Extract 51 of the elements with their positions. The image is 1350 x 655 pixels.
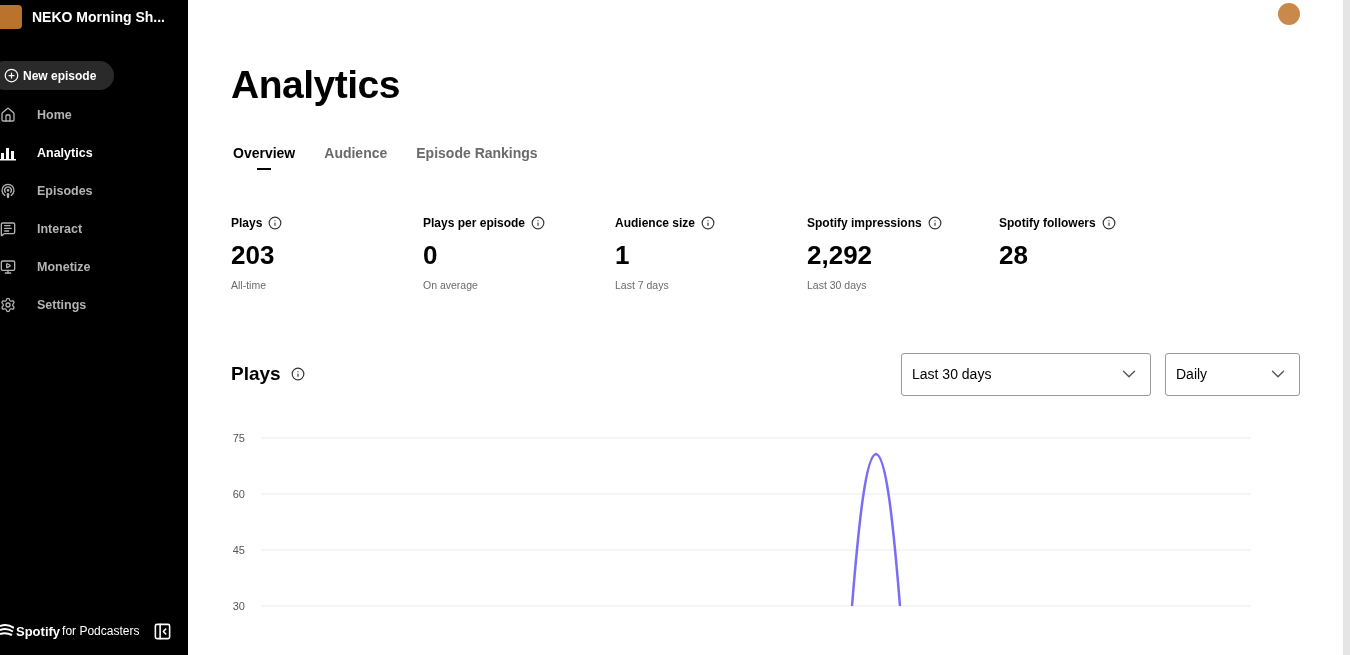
settings-icon [0, 297, 16, 313]
user-avatar[interactable] [1278, 3, 1300, 25]
stat-label: Plays [231, 215, 263, 232]
stat-label: Spotify impressions [807, 215, 922, 232]
tab[interactable]: Overview [233, 143, 296, 170]
info-icon[interactable] [290, 367, 305, 382]
stat-label: Plays per episode [423, 215, 526, 232]
nav-item[interactable]: Episodes [0, 181, 188, 201]
axis-tick-label: 30 [232, 599, 245, 612]
nav-item[interactable]: Analytics [0, 143, 188, 163]
message-icon [0, 221, 16, 237]
bar-chart-icon [0, 145, 16, 161]
monitor-icon [0, 259, 16, 275]
stat-note: On average [423, 278, 479, 293]
info-icon[interactable] [927, 216, 942, 230]
info-icon[interactable] [1101, 216, 1116, 230]
stat-value: 28 [999, 240, 1029, 270]
stat-value: 2,292 [807, 240, 874, 270]
home-icon [0, 107, 16, 123]
collapse-sidebar-icon[interactable] [153, 621, 172, 641]
axis-tick-label: 60 [232, 487, 245, 500]
new-episode-button[interactable]: New episode [0, 61, 114, 90]
stat-note: All-time [231, 278, 267, 293]
stat-label: Audience size [615, 215, 696, 232]
page-title: Analytics [231, 62, 401, 108]
interval-dropdown[interactable]: Daily [1165, 352, 1300, 396]
axis-tick-label: 75 [232, 431, 245, 444]
stat-value: 0 [423, 240, 439, 270]
nav-item[interactable]: Home [0, 105, 188, 125]
info-icon[interactable] [531, 216, 546, 230]
stat-value: 203 [231, 240, 276, 270]
tab[interactable]: Audience [324, 143, 388, 170]
nav-item[interactable]: Monetize [0, 257, 188, 277]
brand-name: Spotify [16, 622, 61, 641]
section-title: Plays [231, 362, 281, 386]
stat-note: Last 30 days [807, 278, 868, 293]
brand-suffix: for Podcasters [62, 623, 140, 641]
info-icon[interactable] [268, 216, 283, 230]
show-title: NEKO Morning Sh... [32, 7, 165, 27]
stat-label: Spotify followers [999, 215, 1096, 232]
axis-tick-label: 45 [232, 543, 245, 556]
show-artwork [0, 5, 22, 29]
plus-icon [4, 68, 19, 83]
nav-item[interactable]: Interact [0, 219, 188, 239]
podcast-icon [0, 183, 16, 199]
nav-item[interactable]: Settings [0, 295, 188, 315]
stat-value: 1 [615, 240, 631, 270]
tab[interactable]: Episode Rankings [416, 143, 538, 170]
stat-note: Last 7 days [615, 278, 670, 293]
range-dropdown[interactable]: Last 30 days [901, 352, 1151, 396]
info-icon[interactable] [701, 216, 716, 230]
